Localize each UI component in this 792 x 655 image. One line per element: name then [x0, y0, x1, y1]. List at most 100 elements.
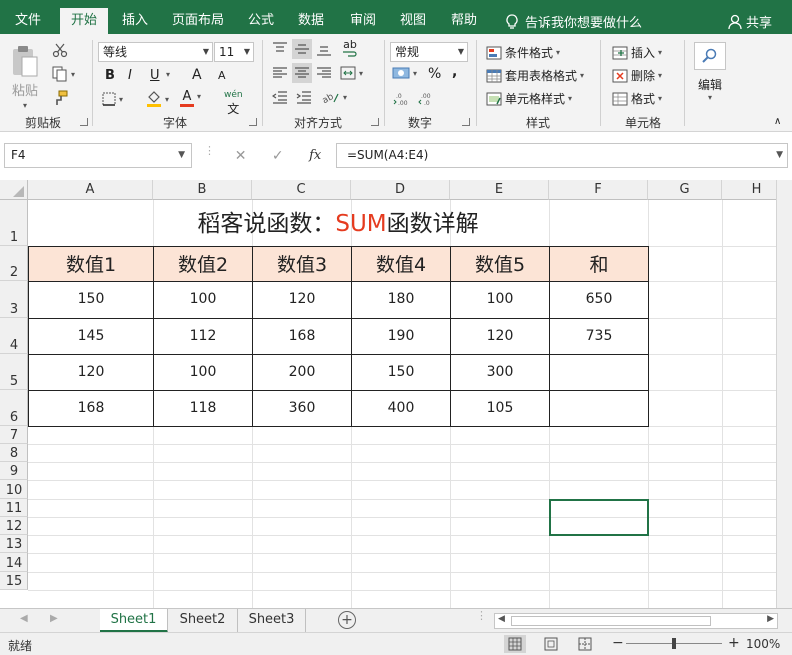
row-header[interactable]: 11 — [0, 499, 28, 517]
align-middle-button[interactable] — [292, 39, 312, 59]
paste-button[interactable]: 粘贴 ▾ — [10, 44, 40, 110]
accounting-format-button[interactable]: ▾ — [392, 66, 417, 80]
insert-function-button[interactable]: fx — [309, 148, 321, 163]
table-header-cell[interactable]: 数值1 — [28, 246, 154, 282]
merge-center-button[interactable]: ▾ — [340, 66, 363, 80]
grow-font-button[interactable]: A — [192, 67, 202, 83]
font-launcher-icon[interactable] — [249, 118, 257, 126]
table-cell[interactable]: 150 — [351, 354, 451, 391]
row-header[interactable]: 7 — [0, 426, 28, 444]
sum-cell[interactable] — [549, 390, 649, 427]
format-painter-button[interactable] — [52, 90, 68, 106]
share-button[interactable]: 共享 — [728, 12, 772, 31]
table-header-cell[interactable]: 数值5 — [450, 246, 550, 282]
conditional-formatting-button[interactable]: 条件格式 ▾ — [486, 44, 560, 61]
bold-button[interactable]: B — [105, 68, 115, 83]
column-header[interactable]: A — [28, 180, 153, 200]
page-break-view-button[interactable] — [574, 635, 596, 653]
tab-page-layout[interactable]: 页面布局 — [162, 0, 234, 34]
paste-dropdown-icon[interactable]: ▾ — [23, 101, 27, 110]
horizontal-scrollbar[interactable]: ◀ ▶ — [494, 613, 778, 629]
worksheet-grid[interactable]: ABCDEFGH 1 2 3 4 5 6 7 8 9 10 11 12 13 14 15 稻客说函数：SUM… — [0, 180, 792, 608]
table-cell[interactable]: 190 — [351, 318, 451, 355]
font-name-select[interactable]: 等线 ▼ — [98, 42, 213, 62]
align-left-button[interactable] — [272, 66, 288, 80]
table-cell[interactable]: 168 — [252, 318, 352, 355]
row-header[interactable]: 12 — [0, 517, 28, 535]
sum-cell[interactable]: 735 — [549, 318, 649, 355]
tab-view[interactable]: 视图 — [390, 0, 436, 34]
column-header[interactable]: D — [351, 180, 450, 200]
font-color-dropdown[interactable]: ▾ — [197, 92, 201, 101]
row-header[interactable]: 2 — [0, 246, 28, 281]
cut-button[interactable] — [52, 42, 68, 58]
comma-style-button[interactable]: , — [452, 64, 457, 80]
sheet-tab-2[interactable]: Sheet2 — [168, 609, 238, 633]
table-header-cell[interactable]: 数值2 — [153, 246, 253, 282]
sum-cell[interactable]: 650 — [549, 281, 649, 319]
phonetic-button[interactable]: wén 文 — [224, 90, 243, 117]
row-header[interactable]: 13 — [0, 535, 28, 553]
cancel-icon[interactable]: ✕ — [235, 148, 247, 164]
next-sheet-icon[interactable]: ▶ — [50, 613, 58, 624]
borders-button[interactable]: ▾ — [102, 92, 123, 106]
wrap-text-button[interactable]: ab — [342, 39, 358, 58]
table-cell[interactable]: 150 — [28, 281, 154, 319]
sheet-tab-3[interactable]: Sheet3 — [238, 609, 306, 633]
row-header[interactable]: 5 — [0, 354, 28, 390]
number-launcher-icon[interactable] — [462, 118, 470, 126]
name-box[interactable]: F4 ▼ — [4, 143, 192, 168]
page-layout-view-button[interactable] — [540, 635, 562, 653]
editing-menu[interactable]: 编辑 ▾ — [698, 76, 722, 102]
row-header[interactable]: 8 — [0, 444, 28, 462]
delete-cells-button[interactable]: 删除 ▾ — [612, 67, 662, 84]
table-header-cell[interactable]: 和 — [549, 246, 649, 282]
tab-split-grip-icon[interactable]: ⋮ — [476, 610, 487, 621]
table-cell[interactable]: 112 — [153, 318, 253, 355]
row-header[interactable]: 9 — [0, 462, 28, 480]
table-cell[interactable]: 168 — [28, 390, 154, 427]
underline-button[interactable]: U — [150, 68, 160, 83]
prev-sheet-icon[interactable]: ◀ — [20, 613, 28, 624]
zoom-level[interactable]: 100% — [746, 637, 780, 651]
scroll-right-icon[interactable]: ▶ — [767, 614, 774, 624]
column-header[interactable]: C — [252, 180, 351, 200]
row-header[interactable]: 1 — [0, 200, 28, 246]
sheet-title[interactable]: 稻客说函数：SUM函数详解 — [28, 200, 648, 246]
align-top-button[interactable] — [272, 42, 288, 56]
table-cell[interactable]: 180 — [351, 281, 451, 319]
table-cell[interactable]: 100 — [450, 281, 550, 319]
align-bottom-button[interactable] — [316, 42, 332, 56]
align-right-button[interactable] — [316, 66, 332, 80]
table-cell[interactable]: 120 — [28, 354, 154, 391]
column-header[interactable]: E — [450, 180, 549, 200]
column-header[interactable]: G — [648, 180, 722, 200]
collapse-ribbon-button[interactable]: ∧ — [774, 116, 781, 127]
scroll-left-icon[interactable]: ◀ — [498, 614, 505, 624]
alignment-launcher-icon[interactable] — [371, 118, 379, 126]
tell-me-search[interactable]: 告诉我你想要做什么 — [505, 12, 642, 31]
zoom-out-button[interactable]: − — [612, 635, 624, 651]
tab-file[interactable]: 文件 — [0, 0, 56, 34]
row-header[interactable]: 4 — [0, 318, 28, 354]
copy-button[interactable]: ▾ — [52, 66, 75, 82]
table-cell[interactable]: 200 — [252, 354, 352, 391]
enter-check-icon[interactable]: ✓ — [272, 148, 284, 164]
tab-review[interactable]: 审阅 — [338, 0, 388, 34]
insert-cells-button[interactable]: 插入 ▾ — [612, 44, 662, 61]
increase-decimal-button[interactable]: .0.00 — [393, 91, 411, 107]
sum-cell[interactable] — [549, 354, 649, 391]
find-select-button[interactable] — [694, 42, 726, 70]
font-size-select[interactable]: 11 ▼ — [214, 42, 254, 62]
tab-data[interactable]: 数据 — [288, 0, 334, 34]
clipboard-launcher-icon[interactable] — [80, 118, 88, 126]
format-as-table-button[interactable]: 套用表格格式 ▾ — [486, 67, 584, 84]
row-header[interactable]: 3 — [0, 281, 28, 318]
orientation-button[interactable]: ab ▾ — [322, 90, 347, 104]
tab-formulas[interactable]: 公式 — [238, 0, 284, 34]
tab-home[interactable]: 开始 — [60, 8, 108, 34]
increase-indent-button[interactable] — [296, 90, 312, 104]
column-header[interactable]: B — [153, 180, 252, 200]
zoom-slider-thumb[interactable] — [672, 638, 676, 649]
table-cell[interactable]: 118 — [153, 390, 253, 427]
